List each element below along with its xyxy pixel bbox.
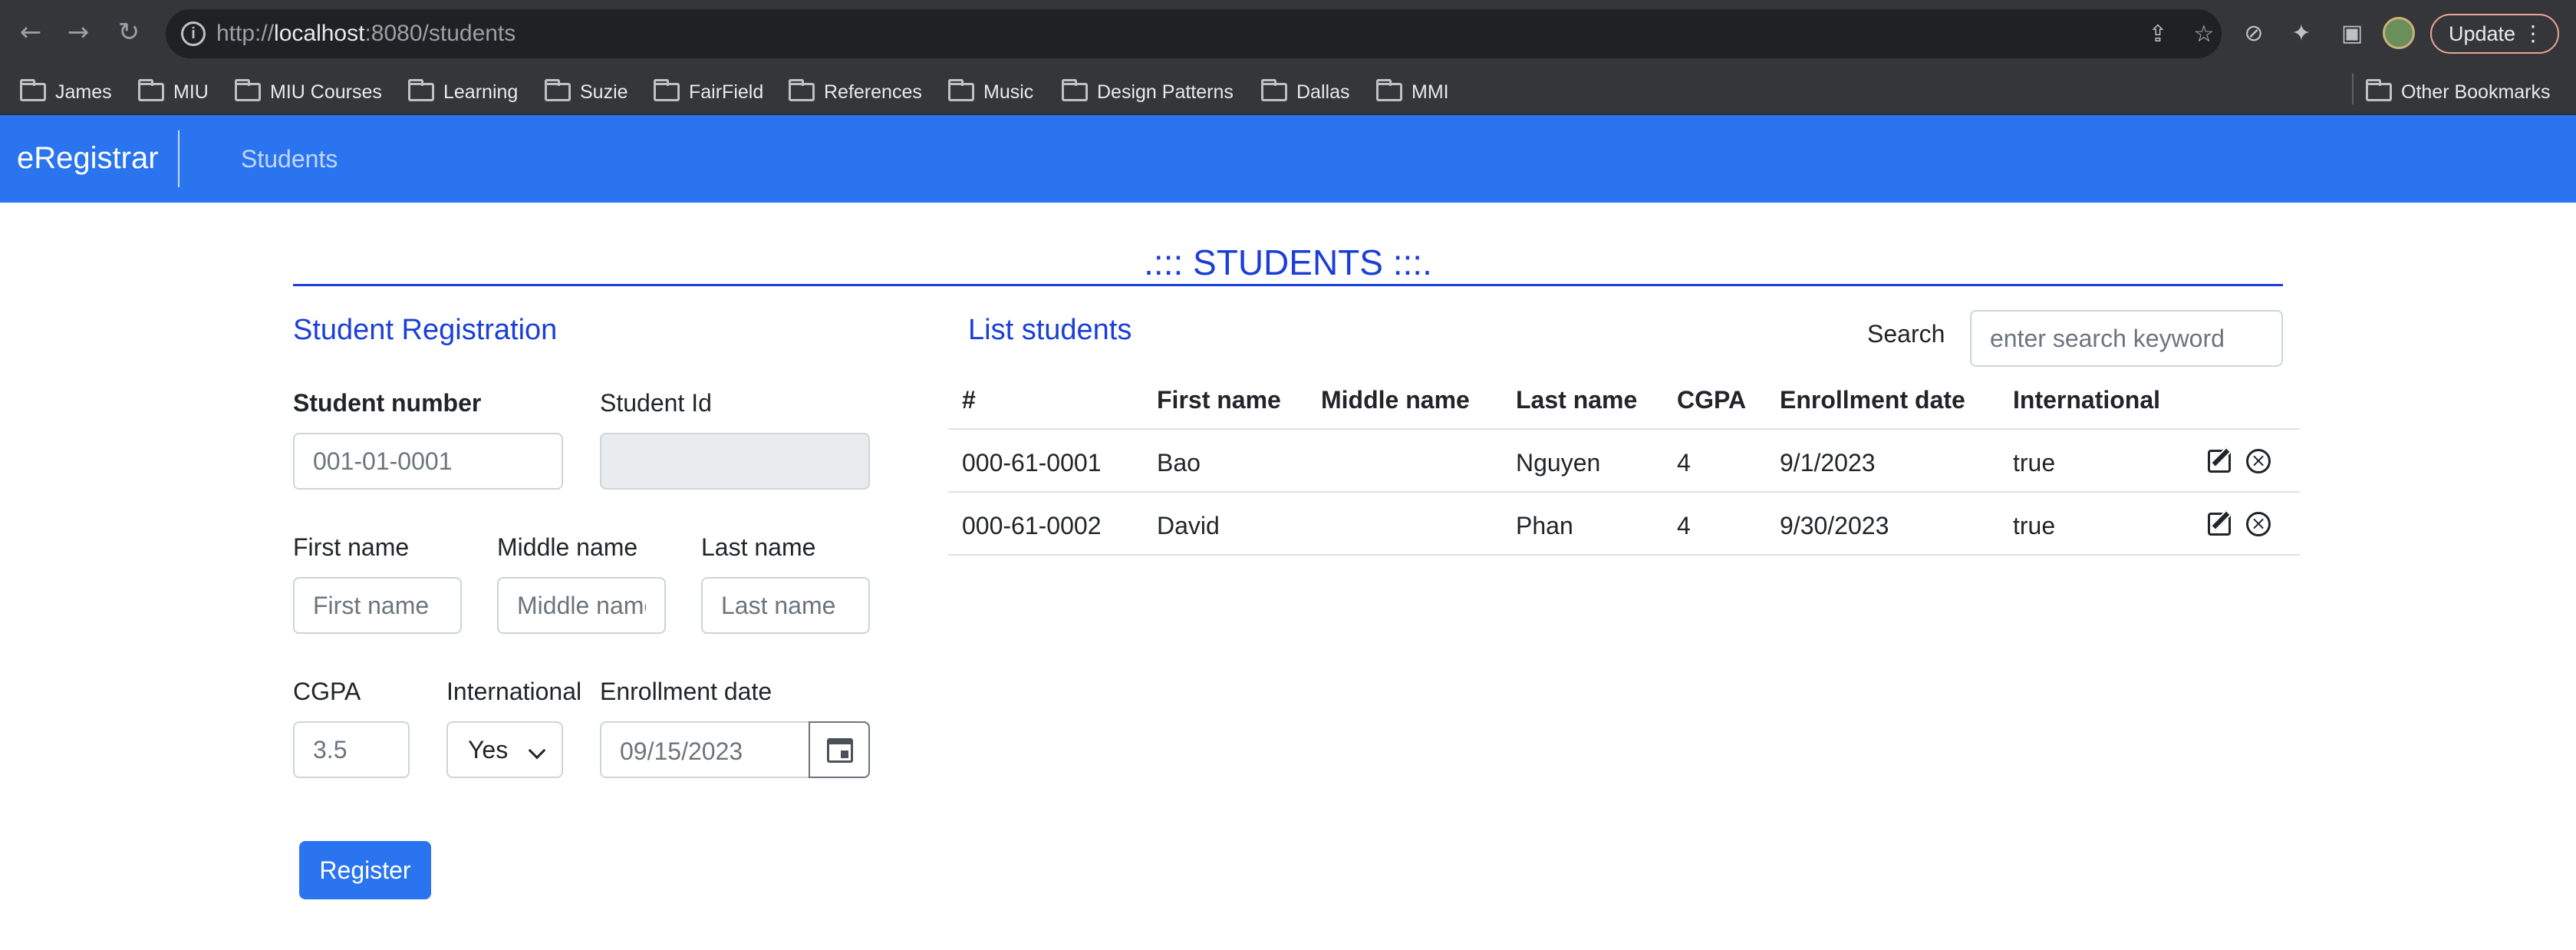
folder-icon [545,79,571,101]
site-info-icon[interactable]: i [181,21,206,46]
title-underline [293,284,2283,286]
folder-icon [2366,79,2392,101]
cell-international: true [2013,449,2056,477]
middle-name-input[interactable] [497,577,666,634]
enrollment-date-value: 09/15/2023 [620,737,743,765]
cgpa-input[interactable] [293,721,410,778]
bookmark-design-patterns[interactable]: Design Patterns [1062,77,1234,107]
edit-icon[interactable] [2208,450,2231,473]
bookmark-references[interactable]: References [789,77,922,107]
share-icon[interactable]: ⇪ [2145,21,2171,48]
cell-first-name: Bao [1157,449,1201,477]
back-icon[interactable]: ← [15,17,46,48]
bookmark-miu[interactable]: MIU [138,77,209,107]
page-title: .::: STUDENTS :::. [1144,242,1432,282]
cell-cgpa: 4 [1677,449,1691,477]
cell-last-name: Nguyen [1516,449,1601,477]
folder-icon [789,79,815,101]
cell-cgpa: 4 [1677,512,1691,539]
profile-avatar[interactable] [2383,17,2415,49]
student-id-label: Student Id [600,389,712,417]
register-button[interactable]: Register [299,841,431,899]
update-button[interactable]: Update ⋮ [2430,14,2559,54]
cell-number: 000-61-0001 [962,449,1102,477]
column-header-last-name: Last name [1516,386,1638,414]
cell-first-name: David [1157,512,1220,539]
folder-icon [20,79,46,101]
student-number-label: Student number [293,389,482,417]
brand-logo[interactable]: eRegistrar [17,141,159,175]
last-name-input[interactable] [701,577,870,634]
international-select[interactable]: Yes [446,721,563,778]
column-header-number: # [962,386,976,414]
last-name-label: Last name [701,533,816,561]
folder-icon [948,79,974,101]
folder-icon [1376,79,1402,101]
enrollment-date-input[interactable]: 09/15/2023 [600,721,870,778]
extensions-icon[interactable]: ✦ [2286,18,2317,49]
folder-icon [1261,79,1287,101]
bookmark-james[interactable]: James [20,77,112,107]
column-header-middle-name: Middle name [1321,386,1470,414]
folder-icon [138,79,164,101]
calendar-button[interactable] [809,721,870,778]
bookmark-suzie[interactable]: Suzie [545,77,628,107]
bookmark-dallas[interactable]: Dallas [1261,77,1349,107]
bookmark-miu-courses[interactable]: MIU Courses [235,77,382,107]
folder-icon [235,79,261,101]
menu-dots-icon[interactable]: ⋮ [2522,15,2544,52]
column-header-international: International [2013,386,2161,414]
column-header-first-name: First name [1157,386,1281,414]
list-title: List students [968,314,1132,346]
cell-enrollment-date: 9/30/2023 [1780,512,1889,539]
column-header-enrollment-date: Enrollment date [1780,386,1965,414]
folder-icon [1062,79,1088,101]
reload-icon[interactable]: ↻ [114,17,144,48]
navbar-divider [178,130,180,187]
app-navbar: eRegistrar Students [0,115,2576,203]
bookmarks-bar: James MIU MIU Courses Learning Suzie Fai… [0,68,2576,115]
search-input[interactable] [1970,310,2283,367]
delete-icon[interactable]: × [2246,449,2271,473]
row-divider [948,491,2300,493]
cgpa-label: CGPA [293,678,361,705]
enrollment-date-label: Enrollment date [600,678,772,705]
bookmark-other[interactable]: Other Bookmarks [2366,77,2551,107]
cell-last-name: Phan [1516,512,1573,539]
cell-enrollment-date: 9/1/2023 [1780,449,1876,477]
bookmark-fairfield[interactable]: FairField [654,77,763,107]
first-name-label: First name [293,533,410,561]
search-label: Search [1867,320,1945,348]
bookmark-learning[interactable]: Learning [408,77,518,107]
browser-toolbar: ← → ↻ i http://localhost:8080/students ⇪… [0,0,2576,68]
nav-link-students[interactable]: Students [241,144,338,173]
international-selected-value: Yes [468,736,509,764]
first-name-input[interactable] [293,577,462,634]
side-panel-icon[interactable]: ▣ [2337,18,2367,49]
student-id-input [600,433,870,490]
url-text[interactable]: http://localhost:8080/students [216,21,516,46]
calendar-icon [827,738,853,763]
middle-name-label: Middle name [497,533,638,561]
bookmark-music[interactable]: Music [948,77,1033,107]
delete-icon[interactable]: × [2246,512,2271,536]
bookmark-star-icon[interactable]: ☆ [2191,21,2217,48]
cell-international: true [2013,512,2056,539]
edit-icon[interactable] [2208,513,2231,536]
folder-icon [408,79,434,101]
international-label: International [446,678,582,705]
student-number-input[interactable] [293,433,563,490]
column-header-cgpa: CGPA [1677,386,1747,414]
registration-title: Student Registration [293,314,558,346]
bookmarks-divider [2352,74,2354,104]
folder-icon [654,79,680,101]
address-bar[interactable]: i http://localhost:8080/students ⇪ ☆ [166,9,2222,58]
chevron-down-icon [528,741,546,760]
cell-number: 000-61-0002 [962,512,1102,539]
bookmark-mmi[interactable]: MMI [1376,77,1449,107]
tracking-blocked-icon[interactable]: ⊘ [2238,18,2269,49]
row-divider [948,554,2300,556]
table-header-divider [948,428,2300,430]
forward-icon[interactable]: → [63,17,94,48]
